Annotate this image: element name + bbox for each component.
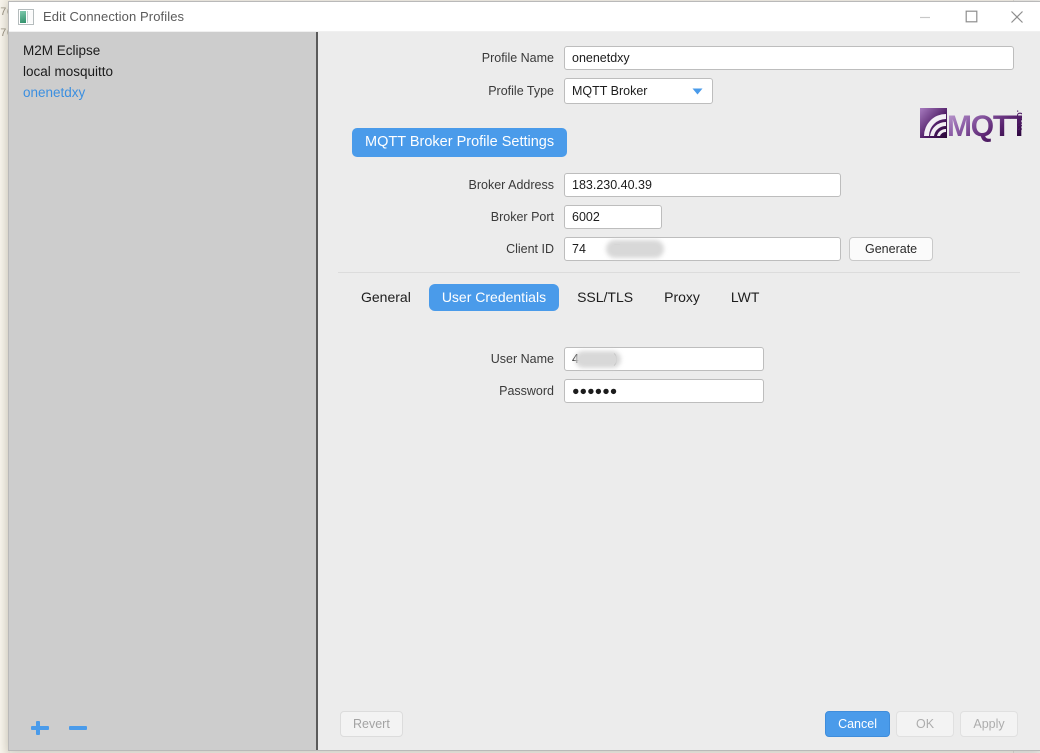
generate-client-id-button[interactable]: Generate: [849, 237, 934, 261]
svg-text:.ORG: .ORG: [1015, 110, 1022, 130]
dialog-footer: Revert Cancel OK Apply: [318, 698, 1040, 750]
client-id-row: Client ID Generate: [318, 237, 1040, 261]
mqtt-org-logo: MQTT .ORG: [920, 106, 1029, 143]
cancel-button[interactable]: Cancel: [825, 711, 890, 737]
dialog-body: M2M Eclipse local mosquitto onenetdxy MQ…: [9, 32, 1040, 750]
client-id-label: Client ID: [506, 242, 554, 256]
maximize-icon: [965, 10, 977, 23]
section-divider: [338, 272, 1020, 273]
profile-type-label: Profile Type: [488, 84, 554, 98]
broker-address-row: Broker Address: [318, 173, 1040, 197]
title-bar: Edit Connection Profiles: [9, 2, 1040, 32]
svg-text:MQTT: MQTT: [947, 110, 1022, 142]
tab-ssl-tls[interactable]: SSL/TLS: [564, 284, 646, 311]
window-controls: [902, 2, 1040, 31]
user-name-input[interactable]: [564, 347, 764, 371]
password-label: Password: [499, 384, 554, 398]
window-title: Edit Connection Profiles: [43, 9, 185, 24]
profile-type-select[interactable]: MQTT Broker: [564, 78, 713, 104]
apply-button[interactable]: Apply: [960, 711, 1018, 737]
tab-lwt[interactable]: LWT: [718, 284, 773, 311]
sidebar-footer: [9, 706, 316, 750]
edit-connection-profiles-dialog: Edit Connection Profiles M2M Eclipse loc…: [8, 1, 1040, 751]
profile-name-input[interactable]: [564, 46, 1014, 70]
broker-port-label: Broker Port: [490, 210, 554, 224]
password-row: Password: [318, 379, 1040, 403]
close-button[interactable]: [994, 2, 1040, 31]
ok-button[interactable]: OK: [896, 711, 954, 737]
profile-type-value: MQTT Broker: [572, 84, 648, 98]
minimize-button[interactable]: [902, 2, 948, 31]
profile-editor-pane: MQTT .ORG Profile Name Profile Type MQT: [318, 32, 1040, 750]
window-panes-icon: [18, 8, 34, 25]
profile-list[interactable]: M2M Eclipse local mosquitto onenetdxy: [9, 32, 316, 706]
add-profile-button[interactable]: [29, 717, 51, 739]
minimize-icon: [920, 16, 930, 18]
profile-list-item[interactable]: M2M Eclipse: [9, 40, 316, 61]
revert-button[interactable]: Revert: [340, 711, 403, 737]
footer-action-buttons: Cancel OK Apply: [825, 711, 1018, 737]
profile-list-item-selected[interactable]: onenetdxy: [9, 82, 316, 103]
broker-address-input[interactable]: [564, 173, 841, 197]
broker-settings-group: Broker Address Broker Port Client ID Gen…: [318, 173, 1040, 261]
client-id-input[interactable]: [564, 237, 841, 261]
maximize-button[interactable]: [948, 2, 994, 31]
tab-proxy[interactable]: Proxy: [651, 284, 713, 311]
profiles-sidebar: M2M Eclipse local mosquitto onenetdxy: [9, 32, 318, 750]
close-icon: [1011, 10, 1023, 23]
broker-port-row: Broker Port: [318, 205, 1040, 229]
remove-profile-button[interactable]: [67, 717, 89, 739]
profile-editor-scroll: MQTT .ORG Profile Name Profile Type MQT: [318, 32, 1040, 698]
tab-user-credentials[interactable]: User Credentials: [428, 284, 560, 311]
mqtt-broker-profile-settings-banner[interactable]: MQTT Broker Profile Settings: [352, 128, 568, 157]
password-input[interactable]: [564, 379, 764, 403]
tab-general[interactable]: General: [348, 284, 424, 311]
profile-type-row: Profile Type MQTT Broker: [318, 78, 1040, 104]
broker-port-input[interactable]: [564, 205, 662, 229]
user-name-label: User Name: [490, 352, 554, 366]
profile-name-row: Profile Name: [318, 32, 1040, 70]
broker-address-label: Broker Address: [468, 178, 554, 192]
chevron-down-icon: [692, 82, 703, 100]
credentials-tab-bar: General User Credentials SSL/TLS Proxy L…: [348, 284, 1040, 311]
profile-list-item[interactable]: local mosquitto: [9, 61, 316, 82]
profile-name-label: Profile Name: [481, 51, 554, 65]
user-credentials-panel: User Name Password: [318, 347, 1040, 403]
user-name-row: User Name: [318, 347, 1040, 371]
